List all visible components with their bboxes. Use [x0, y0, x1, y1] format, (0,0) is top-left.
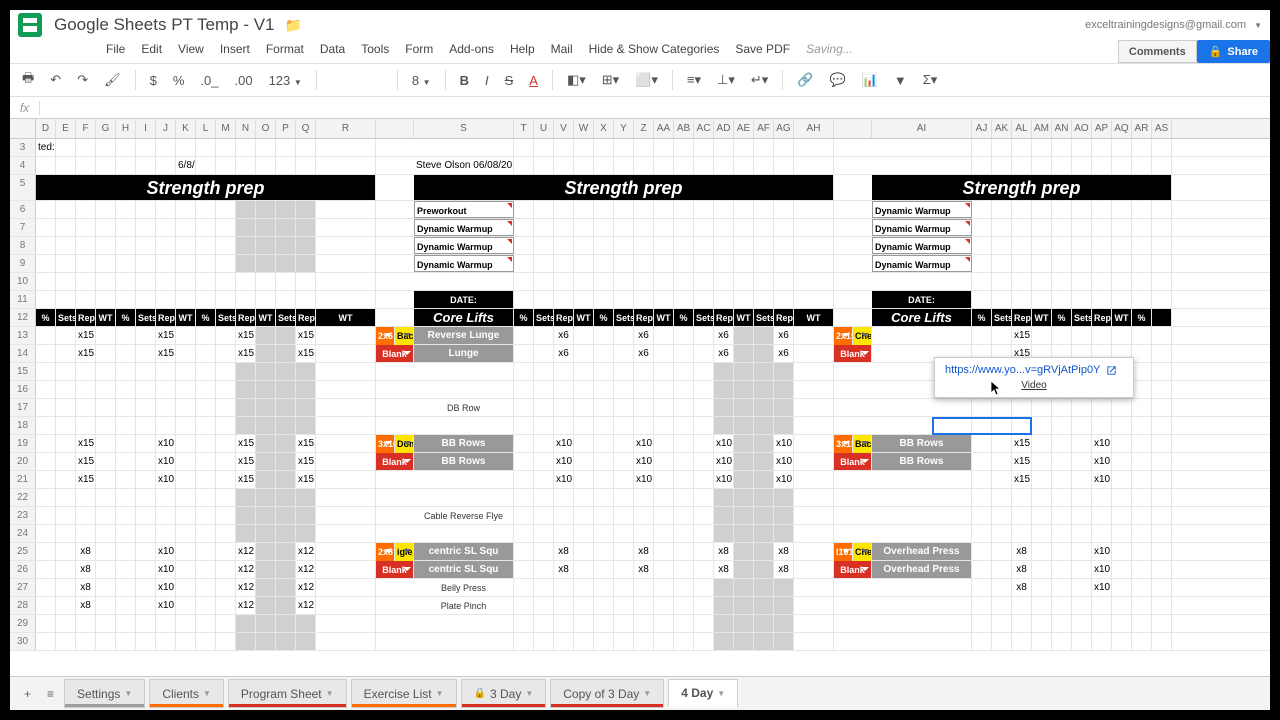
- borders-icon[interactable]: ⊞▾: [598, 70, 623, 90]
- paint-icon[interactable]: 🖌: [100, 70, 125, 90]
- menu-insert[interactable]: Insert: [220, 42, 250, 61]
- add-sheet-button[interactable]: +: [18, 685, 37, 703]
- fill-icon[interactable]: ◧▾: [563, 70, 590, 90]
- menu-tools[interactable]: Tools: [361, 42, 389, 61]
- merge-icon[interactable]: ⬜▾: [631, 70, 662, 90]
- menu-mail[interactable]: Mail: [551, 42, 573, 61]
- link-url[interactable]: https://www.yo...v=gRVjAtPip0Y: [945, 364, 1100, 376]
- menu-form[interactable]: Form: [405, 42, 433, 61]
- undo-icon[interactable]: ↶: [46, 70, 65, 90]
- menu-savepdf[interactable]: Save PDF: [735, 42, 790, 61]
- sheets-logo: [18, 13, 42, 37]
- tab-copy-of-3-day[interactable]: Copy of 3 Day▼: [550, 679, 664, 708]
- doc-title[interactable]: Google Sheets PT Temp - V1: [54, 15, 275, 35]
- menu-format[interactable]: Format: [266, 42, 304, 61]
- format-button[interactable]: 123 ▼: [265, 71, 306, 90]
- saving-indicator: Saving...: [806, 42, 853, 61]
- video-label[interactable]: Video: [945, 380, 1123, 391]
- functions-icon[interactable]: Σ▾: [919, 70, 942, 90]
- percent-button[interactable]: %: [169, 71, 189, 90]
- user-email[interactable]: exceltrainingdesigns@gmail.com: [1085, 19, 1246, 31]
- all-sheets-button[interactable]: ≡: [41, 685, 60, 703]
- halign-icon[interactable]: ≡▾: [683, 70, 705, 90]
- print-icon[interactable]: 🖶: [18, 67, 38, 93]
- currency-button[interactable]: $: [146, 71, 161, 90]
- chart-icon[interactable]: 📊: [858, 70, 882, 90]
- tab-program-sheet[interactable]: Program Sheet▼: [228, 679, 347, 708]
- bold-button[interactable]: B: [456, 71, 473, 90]
- hyperlink-popup[interactable]: https://www.yo...v=gRVjAtPip0Y Video: [934, 357, 1134, 398]
- font-size[interactable]: 8 ▼: [408, 71, 435, 90]
- toolbar: 🖶 ↶ ↷ 🖌 $ % .0_ .00 123 ▼ 8 ▼ B I S A ◧▾…: [10, 63, 1270, 97]
- link-icon[interactable]: 🔗: [793, 70, 817, 90]
- tab-3-day[interactable]: 🔒3 Day▼: [461, 679, 547, 708]
- comment-icon[interactable]: 💬: [826, 70, 850, 90]
- redo-icon[interactable]: ↷: [73, 70, 92, 90]
- tab-settings[interactable]: Settings▼: [64, 679, 145, 708]
- filter-icon[interactable]: ▼: [890, 71, 911, 90]
- mouse-cursor: [991, 381, 1003, 397]
- external-link-icon: [1106, 365, 1117, 376]
- spreadsheet-grid[interactable]: D E F G H I J K L M N O P Q R S T U V W …: [10, 119, 1270, 679]
- strike-button[interactable]: S: [501, 71, 518, 90]
- wrap-icon[interactable]: ↵▾: [747, 70, 772, 90]
- formula-bar[interactable]: fx: [10, 97, 1270, 119]
- menu-addons[interactable]: Add-ons: [449, 42, 494, 61]
- menu-edit[interactable]: Edit: [141, 42, 162, 61]
- tab-exercise-list[interactable]: Exercise List▼: [351, 679, 457, 708]
- menu-help[interactable]: Help: [510, 42, 535, 61]
- tab-clients[interactable]: Clients▼: [149, 679, 224, 708]
- sheet-tabs: + ≡ Settings▼Clients▼Program Sheet▼Exerc…: [10, 676, 1270, 710]
- inc-dec-button[interactable]: .00: [230, 71, 256, 90]
- menu-bar: File Edit View Insert Format Data Tools …: [58, 40, 1118, 63]
- column-headers[interactable]: D E F G H I J K L M N O P Q R S T U V W …: [10, 119, 1270, 139]
- dec-dec-button[interactable]: .0_: [196, 71, 222, 90]
- tab-4-day[interactable]: 4 Day▼: [668, 679, 738, 708]
- valign-icon[interactable]: ⊥▾: [713, 70, 739, 90]
- menu-file[interactable]: File: [106, 42, 125, 61]
- menu-view[interactable]: View: [178, 42, 204, 61]
- italic-button[interactable]: I: [481, 71, 493, 90]
- comments-button[interactable]: Comments: [1118, 40, 1197, 63]
- folder-icon[interactable]: 📁: [285, 17, 302, 34]
- menu-hideshow[interactable]: Hide & Show Categories: [589, 42, 720, 61]
- title-bar: Google Sheets PT Temp - V1 📁 exceltraini…: [10, 10, 1270, 40]
- menu-data[interactable]: Data: [320, 42, 345, 61]
- fx-label: fx: [10, 101, 40, 115]
- text-color-button[interactable]: A: [525, 71, 542, 90]
- share-button[interactable]: 🔒Share: [1197, 40, 1270, 63]
